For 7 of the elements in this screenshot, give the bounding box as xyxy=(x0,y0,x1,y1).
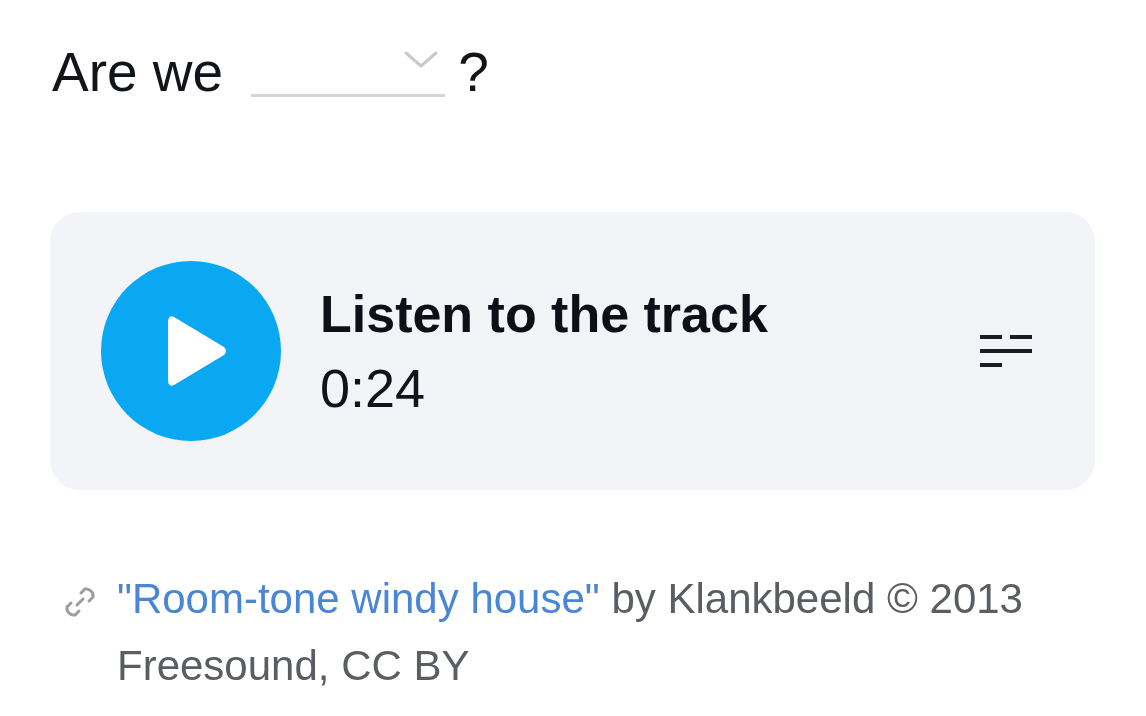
question-text: Are we xyxy=(52,40,224,105)
attribution-text: "Room-tone windy house" by Klankbeeld © 2013 Freesound, CC BY xyxy=(117,574,1024,691)
question-mark-text: ? xyxy=(458,40,489,105)
track-duration: 0:24 xyxy=(320,357,427,420)
source-link[interactable]: "Room-tone windy house" xyxy=(117,575,600,622)
track-title: Listen to the track xyxy=(320,284,769,345)
lines-icon[interactable] xyxy=(980,333,1032,369)
